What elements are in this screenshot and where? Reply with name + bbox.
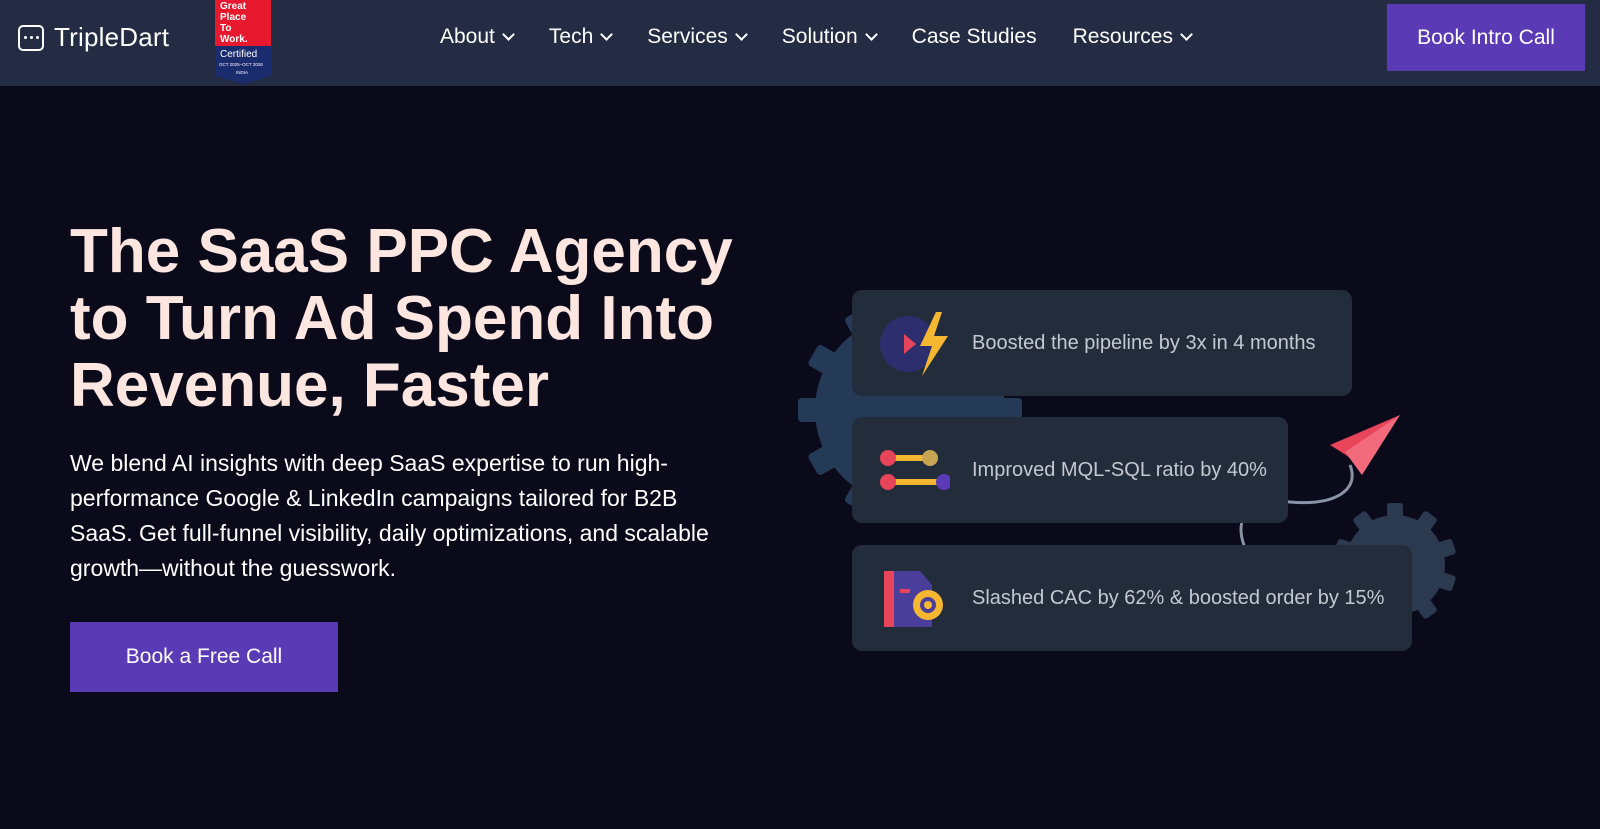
nav-label: Case Studies (911, 25, 1037, 48)
main-nav: About Tech Services Solution Case Studie… (440, 22, 1227, 52)
nav-label: About (440, 25, 495, 48)
badge-line-3: To (220, 23, 231, 34)
stat-card-mql-sql: Improved MQL-SQL ratio by 40% (852, 417, 1288, 523)
nav-case-studies[interactable]: Case Studies (912, 22, 1037, 52)
stat-text: Slashed CAC by 62% & boosted order by 15… (972, 586, 1385, 609)
paper-plane-icon (1330, 415, 1400, 475)
hero-subtext: We blend AI insights with deep SaaS expe… (70, 450, 709, 581)
nav-tech[interactable]: Tech (548, 22, 614, 52)
nav-label: Services (647, 25, 728, 48)
hero-headline: The SaaS PPC Agency to Turn Ad Spend Int… (70, 217, 733, 420)
nav-resources[interactable]: Resources (1072, 22, 1193, 52)
chevron-down-icon (1180, 28, 1193, 41)
badge-certified: Certified (220, 49, 257, 60)
nav-label: Resources (1072, 25, 1173, 48)
badge-dates: OCT 2025–OCT 2026 (219, 62, 263, 67)
pipeline-bolt-icon (880, 312, 948, 376)
brand-logo[interactable]: TripleDart (18, 22, 169, 53)
book-intro-call-button[interactable]: Book Intro Call (1387, 4, 1585, 71)
nav-services[interactable]: Services (647, 22, 748, 52)
great-place-to-work-badge: Great Place To Work. Certified OCT 2025–… (215, 0, 271, 84)
chevron-down-icon (502, 28, 515, 41)
nav-about[interactable]: About (440, 22, 515, 52)
logo-icon (18, 24, 44, 51)
nav-label: Tech (548, 25, 594, 48)
brand-name: TripleDart (54, 22, 170, 52)
chevron-down-icon (600, 28, 614, 41)
ratio-sliders-icon (880, 450, 950, 490)
badge-line-4: Work. (220, 34, 248, 45)
stat-text: Boosted the pipeline by 3x in 4 months (972, 331, 1316, 354)
stat-card-pipeline: Boosted the pipeline by 3x in 4 months (852, 290, 1352, 396)
nav-label: Solution (781, 25, 858, 48)
badge-line-2: Place (220, 12, 247, 23)
top-navigation-bar: TripleDart Great Place To Work. Certifie… (0, 0, 1600, 86)
stat-card-cac: Slashed CAC by 62% & boosted order by 15… (852, 545, 1412, 651)
book-free-call-button[interactable]: Book a Free Call (70, 622, 338, 692)
badge-line-1: Great (220, 1, 247, 12)
stat-text: Improved MQL-SQL ratio by 40% (972, 458, 1267, 481)
cac-document-icon (884, 571, 943, 627)
results-illustration: Boosted the pipeline by 3x in 4 months I… (790, 280, 1490, 680)
chevron-down-icon (734, 28, 748, 41)
nav-solution[interactable]: Solution (781, 22, 878, 52)
badge-country: INDIA (236, 70, 248, 75)
chevron-down-icon (864, 28, 878, 41)
